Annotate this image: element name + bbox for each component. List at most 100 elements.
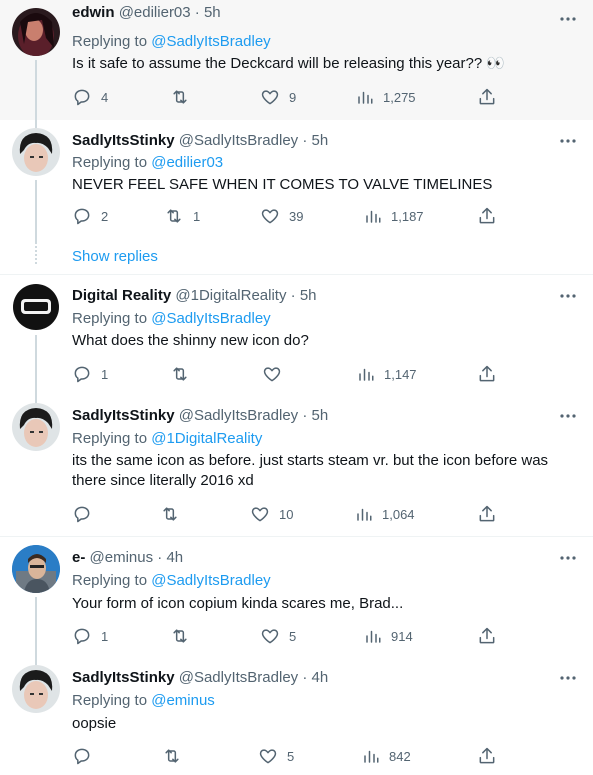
share-button[interactable] [477,86,497,108]
share-icon [479,88,495,105]
more-icon [560,414,576,418]
share-button[interactable] [477,503,497,525]
mention-link[interactable]: @edilier03 [151,154,223,171]
share-button[interactable] [477,625,497,647]
retweet-icon [173,367,187,381]
views-button[interactable]: 1,275 [356,86,416,108]
like-button[interactable]: 10 [250,503,293,525]
action-bar: 2 1 39 1,187 [72,205,512,227]
timestamp[interactable]: 4h [166,549,183,566]
share-icon [479,207,495,224]
retweet-button[interactable]: 1 [164,205,200,227]
more-button[interactable] [557,547,579,569]
user-handle[interactable]: @SadlyItsBradley [179,669,298,686]
timestamp[interactable]: 4h [312,669,329,686]
mention-link[interactable]: @SadlyItsBradley [151,310,270,327]
display-name[interactable]: edwin [72,4,115,21]
tweet[interactable]: e- @eminus · 4h Replying to @SadlyItsBra… [0,537,593,657]
avatar[interactable] [12,665,60,713]
reply-icon [74,89,90,106]
views-button[interactable]: 842 [362,745,411,767]
more-icon [560,139,576,143]
share-button[interactable] [477,745,497,767]
reply-button[interactable]: 2 [72,205,108,227]
user-handle[interactable]: @SadlyItsBradley [179,407,298,424]
more-button[interactable] [557,130,579,152]
like-icon [261,90,279,105]
tweet[interactable]: edwin @edilier03 · 5h Replying to @Sadly… [0,0,593,120]
timestamp[interactable]: 5h [300,287,317,304]
more-button[interactable] [557,667,579,689]
tweet[interactable]: Digital Reality @1DigitalReality · 5h Re… [0,275,593,395]
share-button[interactable] [477,363,497,385]
timestamp[interactable]: 5h [312,132,329,149]
replying-label: Replying to [72,692,148,709]
views-button[interactable]: 1,064 [355,503,415,525]
tweet-header: SadlyItsStinky @SadlyItsBradley · 5h [72,130,581,152]
reply-button[interactable]: 4 [72,86,108,108]
share-button[interactable] [477,205,497,227]
show-replies-link[interactable]: Show replies [72,247,158,267]
mention-link[interactable]: @eminus [151,692,215,709]
like-button[interactable]: 39 [260,205,303,227]
display-name[interactable]: SadlyItsStinky [72,669,175,686]
mention-link[interactable]: @1DigitalReality [151,430,262,447]
more-button[interactable] [557,8,579,30]
user-handle[interactable]: @1DigitalReality [175,287,286,304]
avatar[interactable] [12,283,60,331]
like-icon [261,209,279,224]
views-icon [364,750,379,763]
user-handle[interactable]: @edilier03 [119,4,191,21]
retweet-icon [165,749,179,763]
like-count: 10 [279,506,294,522]
timestamp[interactable]: 5h [204,4,221,21]
tweet[interactable]: SadlyItsStinky @SadlyItsBradley · 5h Rep… [0,120,593,244]
views-button[interactable]: 1,187 [364,205,424,227]
tweet-text: What does the shinny new icon do? [72,332,309,349]
reply-button[interactable] [72,745,101,767]
mention-link[interactable]: @SadlyItsBradley [151,33,270,50]
views-button[interactable]: 914 [364,625,413,647]
action-bar: 10 1,064 [72,503,512,525]
like-button[interactable] [262,363,291,385]
reply-button[interactable]: 1 [72,625,108,647]
display-name[interactable]: SadlyItsStinky [72,407,175,424]
mention-link[interactable]: @SadlyItsBradley [151,572,270,589]
retweet-button[interactable] [170,86,199,108]
views-count: 1,275 [383,89,416,105]
reply-icon [74,506,90,523]
reply-button[interactable] [72,503,101,525]
action-bar: 1 5 914 [72,625,512,647]
like-count: 9 [289,89,297,105]
avatar[interactable] [12,128,60,176]
tweet[interactable]: SadlyItsStinky @SadlyItsBradley · 5h Rep… [0,395,593,537]
user-handle[interactable]: @SadlyItsBradley [179,132,298,149]
display-name[interactable]: e- [72,549,85,566]
reply-icon [74,208,90,225]
like-button[interactable]: 5 [258,745,294,767]
like-count: 5 [289,628,297,644]
display-name[interactable]: Digital Reality [72,287,171,304]
retweet-button[interactable] [162,745,191,767]
views-icon [358,91,373,104]
reply-button[interactable]: 1 [72,363,108,385]
avatar[interactable] [12,545,60,593]
more-button[interactable] [557,285,579,307]
views-icon [359,368,374,381]
retweet-button[interactable] [170,625,199,647]
tweet[interactable]: SadlyItsStinky @SadlyItsBradley · 4h Rep… [0,657,593,775]
retweet-button[interactable] [160,503,189,525]
reply-count: 1 [101,628,109,644]
avatar[interactable] [12,8,60,56]
more-button[interactable] [557,405,579,427]
timestamp[interactable]: 5h [312,407,329,424]
views-button[interactable]: 1,147 [357,363,417,385]
like-button[interactable]: 9 [260,86,296,108]
avatar[interactable] [12,403,60,451]
user-handle[interactable]: @eminus [90,549,154,566]
display-name[interactable]: SadlyItsStinky [72,132,175,149]
tweet-text: Your form of icon copium kinda scares me… [72,595,404,612]
share-icon [479,505,495,522]
like-button[interactable]: 5 [260,625,296,647]
retweet-button[interactable] [170,363,199,385]
